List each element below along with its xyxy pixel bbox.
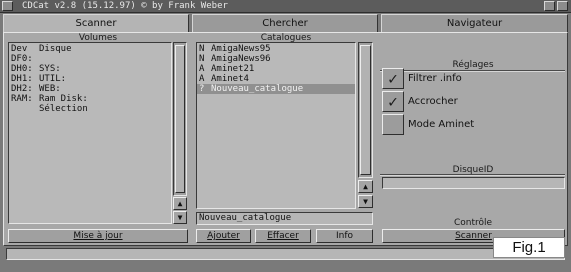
add-button-label: Ajouter [207, 231, 240, 241]
catalogue-flag: N [199, 44, 205, 54]
list-item[interactable]: RAM: Ram Disk: [9, 94, 88, 104]
add-button[interactable]: Ajouter [196, 229, 251, 243]
list-item[interactable]: Dev Disque [9, 44, 72, 54]
catalogue-name: Aminet4 [211, 74, 249, 84]
update-button[interactable]: Mise à jour [8, 229, 188, 243]
tab-navigateur[interactable]: Navigateur [381, 14, 568, 32]
aminet-mode-label: Mode Aminet [408, 119, 475, 130]
volume-device: DH2: [11, 84, 33, 94]
scroll-down-icon[interactable]: ▼ [358, 195, 373, 208]
hook-checkbox[interactable]: ✓ [382, 91, 404, 112]
volume-name: UTIL: [39, 74, 67, 84]
scroll-up-icon[interactable]: ▲ [358, 180, 373, 193]
control-group-label: Contrôle [453, 218, 493, 228]
delete-button[interactable]: Effacer [255, 229, 311, 243]
catalogues-list[interactable]: N AmigaNews95 N AmigaNews96 A Aminet21 A Ami… [196, 42, 356, 209]
depth-gadget-icon[interactable] [557, 1, 568, 11]
catalogue-flag: ? [199, 84, 205, 94]
catalogue-name-field[interactable]: Nouveau_catalogue [196, 212, 373, 225]
check-icon: ✓ [388, 69, 398, 88]
window-titlebar[interactable]: CDCat v2.8 (15.12.97) © by Frank Weber [0, 0, 571, 13]
settings-separator [380, 70, 565, 72]
tab-chercher[interactable]: Chercher [192, 14, 378, 32]
catalogue-name: Aminet21 [211, 64, 255, 74]
info-button[interactable]: Info [316, 229, 373, 243]
catalogue-flag: N [199, 54, 205, 64]
catalogue-flag: A [199, 64, 205, 74]
volume-device: DH0: [11, 64, 33, 74]
zoom-gadget-icon[interactable] [544, 1, 555, 11]
window-title: CDCat v2.8 (15.12.97) © by Frank Weber [22, 1, 228, 11]
filter-info-label: Filtrer .info [408, 73, 462, 84]
list-item-selected[interactable]: ? Nouveau_catalogue [197, 84, 355, 94]
list-item[interactable]: DH0: SYS: [9, 64, 61, 74]
update-button-label: Mise à jour [73, 231, 123, 241]
check-icon: ✓ [388, 92, 398, 111]
scan-button-label: Scanner [455, 231, 492, 241]
volumes-scroll-knob[interactable] [175, 45, 185, 193]
catalogue-name: Nouveau_catalogue [211, 84, 304, 94]
aminet-mode-checkbox[interactable] [382, 114, 404, 135]
filter-info-checkbox[interactable]: ✓ [382, 68, 404, 89]
close-gadget-icon[interactable] [2, 1, 13, 11]
volumes-scrollbar[interactable] [173, 42, 187, 196]
catalogue-name: AmigaNews95 [211, 44, 271, 54]
catalogues-scrollbar[interactable] [358, 42, 373, 178]
figure-label: Fig.1 [493, 237, 565, 258]
catalogues-scroll-knob[interactable] [360, 45, 371, 175]
diskid-separator [380, 174, 565, 176]
list-item[interactable]: DF0: [9, 54, 39, 64]
status-bar [6, 248, 565, 260]
list-item[interactable]: DH2: WEB: [9, 84, 61, 94]
list-item[interactable]: A Aminet4 [197, 74, 355, 84]
list-item[interactable]: Sélection [9, 104, 88, 114]
disk-id-field[interactable] [382, 177, 565, 189]
volume-device: DH1: [11, 74, 33, 84]
volume-name: Disque [39, 44, 72, 54]
volume-device: Dev [11, 44, 28, 54]
volume-name: Sélection [39, 104, 88, 114]
settings-group-label: Réglages [452, 60, 494, 70]
catalogue-name: AmigaNews96 [211, 54, 271, 64]
scroll-up-icon[interactable]: ▲ [173, 197, 187, 210]
delete-button-label: Effacer [267, 231, 299, 241]
volumes-list[interactable]: Dev Disque DF0: DH0: SYS: DH1: UTIL: DH2: WE… [8, 42, 172, 224]
volume-device: DF0: [11, 54, 33, 64]
volume-name: Ram Disk: [39, 94, 88, 104]
scroll-down-icon[interactable]: ▼ [173, 211, 187, 224]
catalogue-flag: A [199, 74, 205, 84]
list-item[interactable]: N AmigaNews96 [197, 54, 355, 64]
tab-scanner[interactable]: Scanner [3, 14, 189, 32]
list-item[interactable]: A Aminet21 [197, 64, 355, 74]
volume-name: WEB: [39, 84, 61, 94]
volume-device: RAM: [11, 94, 33, 104]
volume-name: SYS: [39, 64, 61, 74]
hook-label: Accrocher [408, 96, 458, 107]
list-item[interactable]: DH1: UTIL: [9, 74, 66, 84]
list-item[interactable]: N AmigaNews95 [197, 44, 355, 54]
